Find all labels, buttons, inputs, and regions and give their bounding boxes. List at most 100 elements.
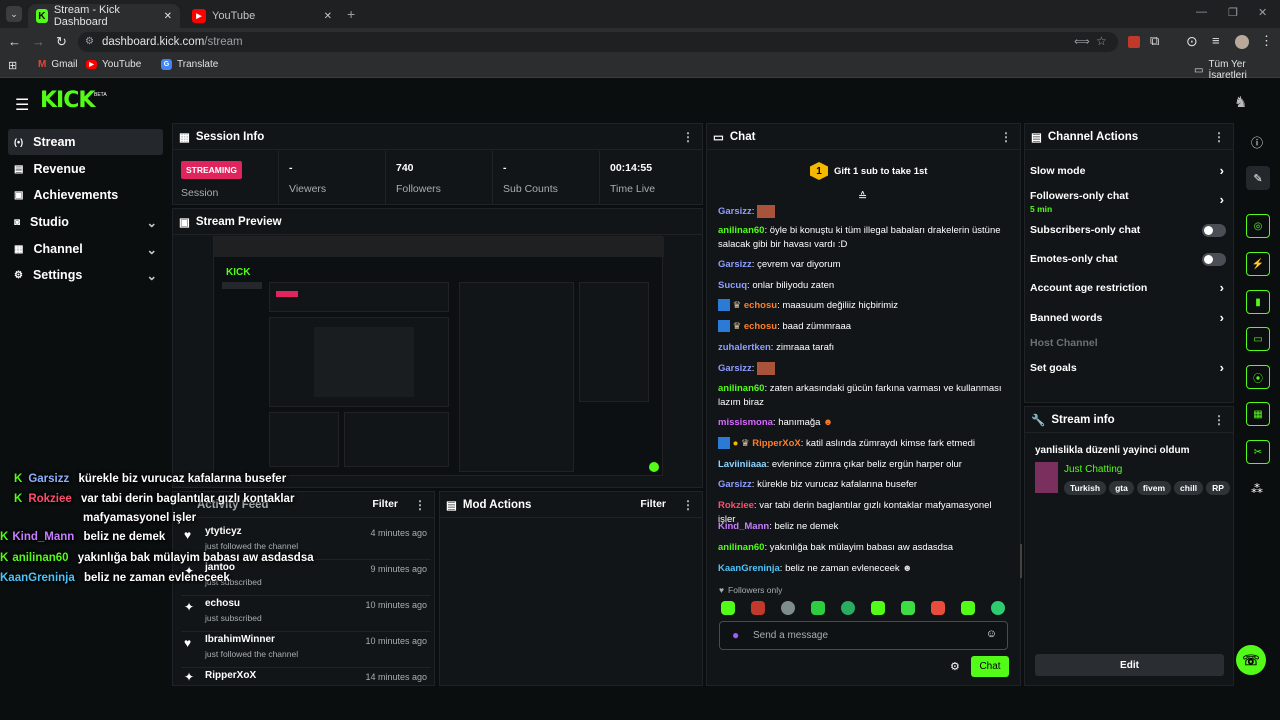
clipboard-icon[interactable]: ▮: [1246, 290, 1270, 314]
gift-sub-prompt[interactable]: 1 Gift 1 sub to take 1st: [810, 162, 927, 180]
stream-video[interactable]: KICK: [213, 236, 664, 476]
subscribers-only-toggle[interactable]: [1202, 224, 1226, 237]
banned-words-option[interactable]: Banned words ›: [1030, 310, 1226, 325]
chat-username[interactable]: Garsizz: [718, 259, 752, 270]
emote-icon[interactable]: [961, 601, 975, 615]
emote-icon[interactable]: [721, 601, 735, 615]
chevron-right-icon: ›: [1219, 163, 1224, 178]
emote-icon[interactable]: [991, 601, 1005, 615]
address-bar[interactable]: ⚙ dashboard.kick.com/stream ⟺ ☆: [78, 32, 1118, 52]
kebab-menu-icon[interactable]: ⋮: [682, 498, 694, 512]
menu-icon[interactable]: ⋮: [1260, 33, 1273, 49]
kebab-menu-icon[interactable]: ⋮: [1213, 130, 1225, 144]
emote-icon[interactable]: [871, 601, 885, 615]
tab-kick-dashboard[interactable]: K Stream - Kick Dashboard ✕: [28, 4, 180, 28]
emote-icon[interactable]: [901, 601, 915, 615]
adblock-extension-icon[interactable]: [1128, 36, 1140, 48]
emote-icon[interactable]: [931, 601, 945, 615]
sidebar-item-studio[interactable]: ◙ Studio ⌄: [8, 209, 163, 235]
chat-username[interactable]: anilinan60: [718, 542, 764, 553]
back-icon[interactable]: ←: [8, 34, 21, 49]
target-icon[interactable]: ◎: [1246, 214, 1270, 238]
sidebar-item-achievements[interactable]: ▣ Achievements: [8, 182, 163, 208]
sidebar-item-stream[interactable]: (•) Stream: [8, 129, 163, 155]
hamburger-menu-icon[interactable]: ☰: [15, 95, 29, 115]
close-window-icon[interactable]: ✕: [1258, 6, 1267, 19]
emotes-only-toggle[interactable]: [1202, 253, 1226, 266]
chat-username[interactable]: RipperXoX: [752, 438, 801, 449]
new-tab-icon[interactable]: +: [347, 6, 355, 22]
profile-avatar[interactable]: [1235, 35, 1249, 49]
kick-logo[interactable]: KICK: [40, 88, 95, 113]
microphone-icon[interactable]: ●: [732, 628, 739, 642]
sidebar-item-settings[interactable]: ⚙ Settings ⌄: [8, 262, 163, 288]
broadcast-icon[interactable]: ⦿: [1246, 365, 1270, 389]
tab-search-icon[interactable]: ⌄: [6, 6, 22, 22]
emote-icon[interactable]: [781, 601, 795, 615]
chat-icon[interactable]: ▭: [1246, 327, 1270, 351]
edit-stream-button[interactable]: Edit: [1035, 654, 1224, 676]
restore-icon[interactable]: ❐: [1228, 6, 1238, 19]
download-icon[interactable]: ⊙: [1186, 33, 1198, 50]
kebab-menu-icon[interactable]: ⋮: [1213, 413, 1225, 427]
slow-mode-option[interactable]: Slow mode ›: [1030, 163, 1226, 178]
lightning-icon[interactable]: ⚡: [1246, 252, 1270, 276]
chat-username[interactable]: Sucuq: [718, 280, 747, 291]
bookmark-star-icon[interactable]: ☆: [1096, 34, 1107, 48]
category-link[interactable]: Just Chatting: [1064, 464, 1122, 475]
translate-page-icon[interactable]: ⟺: [1074, 35, 1090, 48]
filter-button[interactable]: Filter: [372, 498, 398, 510]
chat-username[interactable]: Laviiniiaaa: [718, 459, 767, 470]
reload-icon[interactable]: ↻: [56, 34, 67, 50]
sidebar-item-channel[interactable]: ▦ Channel ⌄: [8, 236, 163, 262]
forward-icon[interactable]: →: [32, 34, 45, 49]
kebab-menu-icon[interactable]: ⋮: [414, 498, 426, 512]
chat-username[interactable]: anilinan60: [718, 225, 764, 236]
chat-scrollbar[interactable]: [1020, 544, 1022, 578]
chat-username[interactable]: echosu: [744, 300, 777, 311]
emote-icon[interactable]: [811, 601, 825, 615]
chat-username[interactable]: anilinan60: [718, 383, 764, 394]
emote-icon[interactable]: [841, 601, 855, 615]
bookmark-youtube[interactable]: ▶ YouTube: [86, 59, 141, 70]
minimize-icon[interactable]: —: [1196, 6, 1207, 18]
chat-username[interactable]: missismona: [718, 417, 773, 428]
chat-username[interactable]: Garsizz: [718, 363, 752, 374]
chat-username[interactable]: Garsizz: [718, 479, 752, 490]
set-goals-option[interactable]: Set goals ›: [1030, 360, 1226, 375]
site-info-icon[interactable]: ⚙: [85, 36, 94, 47]
chat-input[interactable]: ● Send a message ☺: [719, 621, 1008, 650]
pinned-collapse-icon[interactable]: ≙: [858, 190, 867, 203]
close-tab-icon[interactable]: ✕: [164, 11, 172, 22]
followers-only-option[interactable]: Followers-only chat 5 min ›: [1030, 190, 1226, 214]
filter-button[interactable]: Filter: [640, 498, 666, 510]
chat-username[interactable]: Rokziee: [718, 500, 754, 511]
chat-username[interactable]: KaanGreninja: [718, 563, 780, 574]
chat-settings-icon[interactable]: ⚙: [950, 660, 960, 673]
bookmark-translate[interactable]: G Translate: [161, 59, 218, 70]
extensions-icon[interactable]: ⧉: [1150, 33, 1159, 49]
chat-username[interactable]: Kind_Mann: [718, 521, 769, 532]
info-icon[interactable]: ⓘ: [1251, 134, 1263, 151]
account-age-option[interactable]: Account age restriction ›: [1030, 280, 1226, 295]
emote-icon[interactable]: [751, 601, 765, 615]
chat-username[interactable]: Garsizz: [718, 206, 752, 217]
tab-youtube[interactable]: ▶ YouTube ✕: [184, 4, 340, 28]
edit-icon[interactable]: ✎: [1246, 166, 1270, 190]
media-icon[interactable]: ≡: [1212, 33, 1220, 48]
send-chat-button[interactable]: Chat: [971, 656, 1009, 677]
close-tab-icon[interactable]: ✕: [324, 11, 332, 22]
apps-grid-icon[interactable]: ⊞: [8, 59, 17, 72]
user-avatar[interactable]: ♞: [1234, 93, 1247, 111]
kebab-menu-icon[interactable]: ⋮: [682, 130, 694, 144]
layout-icon[interactable]: ▦: [1246, 402, 1270, 426]
chat-username[interactable]: zuhalertken: [718, 342, 771, 353]
emoji-picker-icon[interactable]: ☺: [986, 628, 997, 640]
help-chat-icon[interactable]: ☏: [1236, 645, 1266, 675]
connections-icon[interactable]: ⁂: [1251, 482, 1263, 496]
bookmark-gmail[interactable]: M Gmail: [38, 59, 77, 70]
sidebar-item-revenue[interactable]: ▤ Revenue: [8, 156, 163, 182]
chat-username[interactable]: echosu: [744, 321, 777, 332]
wrench-icon[interactable]: ✂: [1246, 440, 1270, 464]
kebab-menu-icon[interactable]: ⋮: [1000, 130, 1012, 144]
